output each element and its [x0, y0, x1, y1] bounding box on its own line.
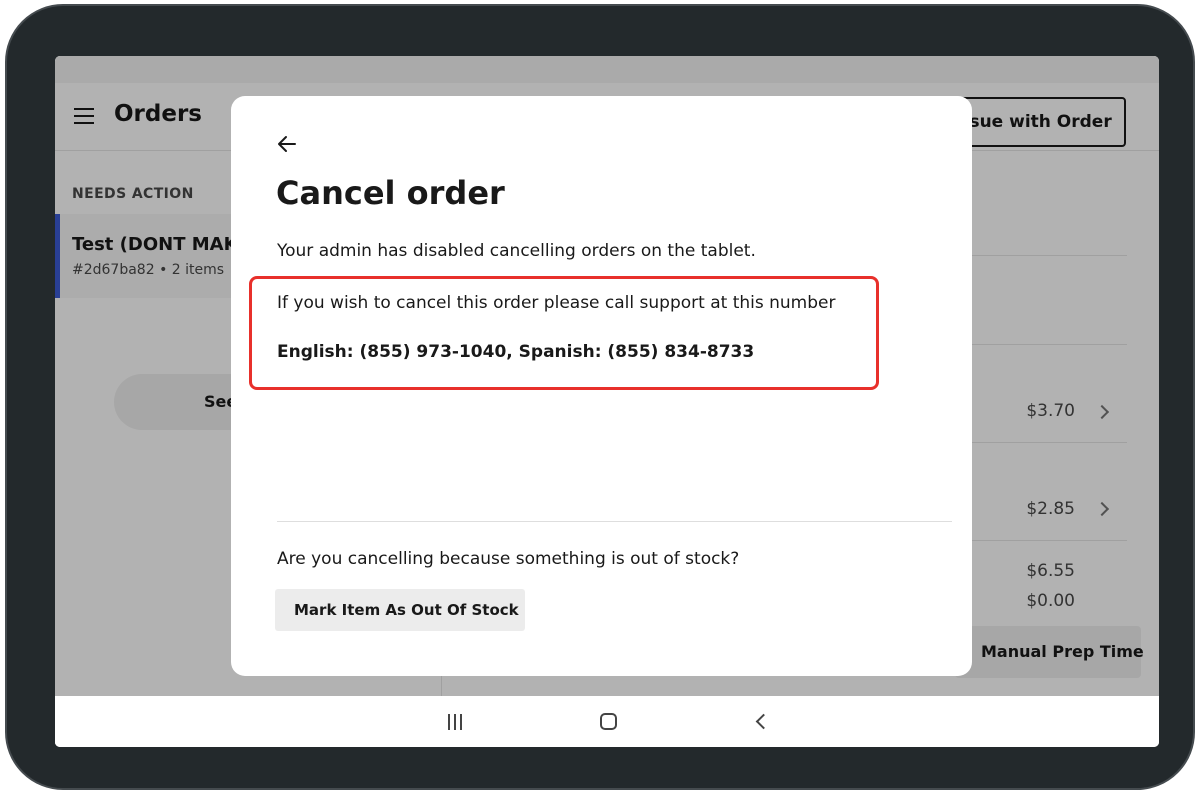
system-nav-bar — [55, 696, 1159, 747]
disabled-message: Your admin has disabled cancelling order… — [277, 241, 756, 261]
nav-back-icon[interactable] — [755, 713, 772, 730]
support-message: If you wish to cancel this order please … — [277, 293, 836, 313]
arrow-left-icon[interactable] — [275, 132, 299, 156]
mark-out-of-stock-button[interactable]: Mark Item As Out Of Stock — [275, 589, 525, 631]
tablet-frame: Orders Issue with Order NEEDS ACTION Tes… — [5, 4, 1195, 790]
home-icon[interactable] — [600, 713, 617, 730]
dialog-title: Cancel order — [276, 174, 505, 212]
cancel-order-dialog: Cancel order Your admin has disabled can… — [231, 96, 972, 676]
out-of-stock-question: Are you cancelling because something is … — [277, 549, 740, 569]
divider — [277, 521, 952, 522]
support-phone-numbers: English: (855) 973-1040, Spanish: (855) … — [277, 342, 755, 362]
recents-icon[interactable] — [448, 714, 464, 730]
